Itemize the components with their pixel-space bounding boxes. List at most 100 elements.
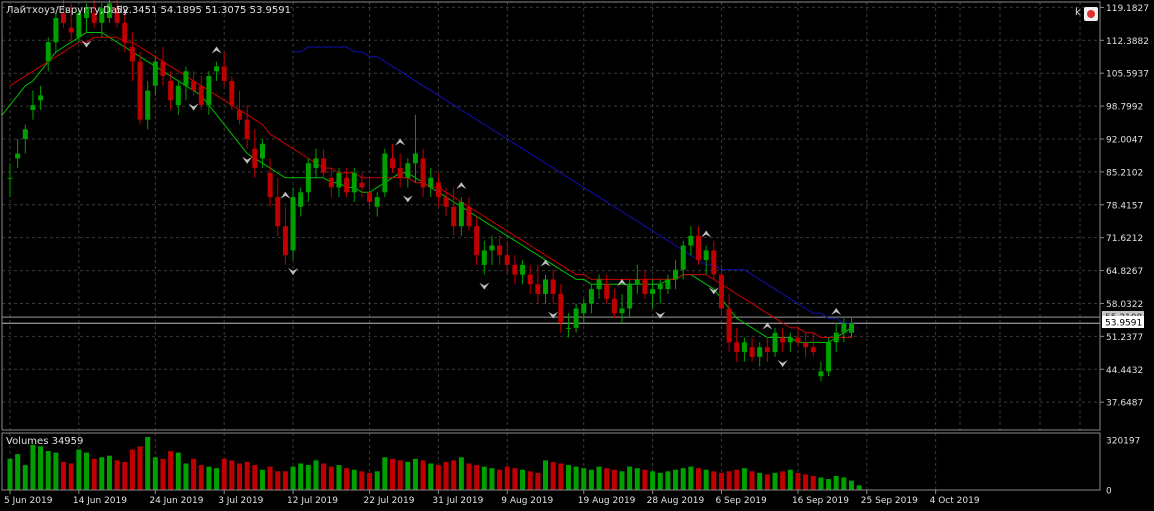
volume-bar [351,469,357,490]
x-axis: 5 Jun 2019 14 Jun 2019 24 Jun 2019 3 Jul 20… [4,490,980,506]
candle [474,216,480,265]
volume-bar [122,461,128,490]
candle [849,318,854,338]
candle [527,264,533,294]
y-tick-label: 51.2377 [1106,333,1143,343]
candle [15,139,21,169]
candle [451,187,457,236]
candle [152,56,158,96]
candle [757,342,763,367]
volume-bar [53,452,59,490]
price-chart: 119.1827 112.3882 105.5937 98.7992 92.0047 85… [1,0,1149,506]
volume-bar [749,471,755,490]
volume-bar [711,471,717,490]
fractal-up-arrow [831,308,842,315]
volume-bar [321,463,327,490]
candle [328,168,334,198]
volume-bar [642,469,648,490]
x-tick-label: 28 Aug 2019 [647,496,705,506]
candle [734,327,740,362]
candle [550,269,556,304]
volume-bar [489,468,495,490]
candle [588,284,594,314]
candle [351,168,357,202]
volume-bar [244,461,250,490]
y-tick-label: 119.1827 [1106,4,1149,14]
candle [229,76,235,110]
candle [619,293,625,323]
candle [787,332,793,353]
volume-bar [481,466,487,490]
candle [183,66,189,101]
volume-bar [673,469,679,490]
volume-bar [45,451,51,490]
volume-bar [30,444,36,490]
candle [634,264,640,294]
y-tick-label: 92.0047 [1106,135,1143,145]
volume-bar [183,463,189,490]
fractal-up-arrow [280,191,291,199]
y-tick-label: 58.0322 [1106,300,1143,310]
volume-bar [841,477,847,490]
fractal-down-arrow [188,103,199,111]
candle [198,76,204,110]
volume-bar [734,469,740,490]
volume-bar [282,471,288,490]
x-tick-label: 5 Jun 2019 [4,496,53,506]
volume-bar [84,452,89,490]
ma-fast-line [1,32,852,343]
volume-bar [650,471,656,490]
volume-bar [604,468,610,490]
candle [772,327,778,357]
volume-bar [145,437,151,490]
ma-slow-line [293,46,852,324]
candle [573,303,579,333]
candle [611,289,617,319]
volume-bar [718,472,724,490]
volume-label: Volumes 34959 [6,436,83,447]
volume-bar [390,458,395,490]
candle [520,260,526,285]
candle [543,274,548,304]
candle [688,226,694,256]
volume-bar [451,460,457,490]
volume-bar [818,477,824,490]
fractal-down-arrow [242,156,253,164]
candle [53,13,59,52]
y-tick-label: 64.8267 [1106,267,1143,277]
volume-bar [160,458,166,490]
volume-bar [497,469,503,490]
close-icon[interactable] [1084,7,1098,21]
volume-bars [7,437,862,490]
ohlc-header: 52.3451 54.1895 51.3075 53.9591 [116,5,291,16]
volume-bar [826,479,832,490]
volume-bar [627,466,633,490]
volume-bar [38,446,44,490]
y-tick-label: 85.2102 [1106,168,1143,178]
volume-bar [137,446,143,490]
volume-bar [696,468,701,490]
candle [321,148,327,178]
candle [826,337,832,377]
price-pane-frame [1,1,1101,431]
volume-bar [91,458,97,490]
y-tick-label: 44.4432 [1106,366,1143,376]
volume-bar [198,465,204,490]
candle [30,90,36,120]
candle [780,327,786,353]
x-tick-label: 6 Sep 2019 [715,496,767,506]
candle [367,177,373,207]
x-tick-label: 31 Jul 2019 [432,496,483,506]
volume-bar [259,469,265,490]
candle [390,143,395,173]
candle [22,124,28,154]
x-tick-label: 19 Aug 2019 [578,496,636,506]
candle [382,148,388,198]
volume-bar [596,466,602,490]
volume-bar [443,461,449,490]
volume-tick-label: 320197 [1106,437,1140,447]
x-tick-label: 25 Sep 2019 [861,496,918,506]
volume-bar [565,465,571,490]
candle [711,240,717,280]
volume-bar [795,472,801,490]
